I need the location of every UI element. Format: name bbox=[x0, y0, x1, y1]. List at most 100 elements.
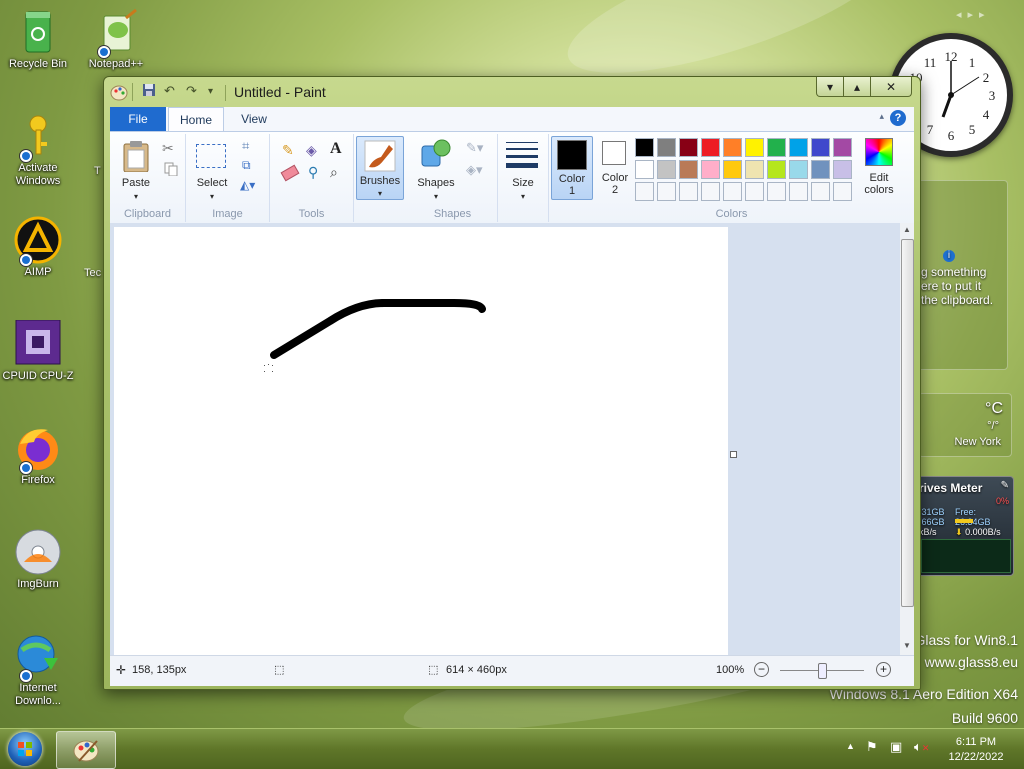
chevron-down-icon[interactable]: ▾ bbox=[410, 190, 462, 203]
palette-swatch[interactable] bbox=[657, 160, 676, 179]
chevron-down-icon[interactable]: ▾ bbox=[498, 190, 548, 203]
zoom-out-button[interactable]: − bbox=[754, 662, 769, 677]
select-button[interactable]: Select bbox=[190, 177, 234, 190]
palette-swatch[interactable] bbox=[745, 138, 764, 157]
desktop-icon-internet-download-manager[interactable]: Internet Downlo... bbox=[0, 632, 76, 708]
fill-icon[interactable]: ◈▾ bbox=[466, 162, 483, 178]
pencil-icon[interactable]: ✎ bbox=[282, 142, 294, 159]
desktop-icon-aimp[interactable]: AIMP bbox=[0, 216, 76, 279]
palette-swatch[interactable] bbox=[635, 160, 654, 179]
paste-icon[interactable] bbox=[122, 140, 150, 175]
title-bar[interactable]: ↶ ↷ ▾ Untitled - Paint ▾ ▴ ✕ bbox=[104, 77, 920, 107]
color-picker-icon[interactable]: ⚲ bbox=[308, 164, 318, 181]
outline-icon[interactable]: ✎▾ bbox=[466, 140, 483, 156]
scroll-up-arrow-icon[interactable]: ▲ bbox=[903, 225, 911, 234]
close-button[interactable]: ✕ bbox=[870, 77, 912, 97]
chevron-down-icon[interactable]: ▾ bbox=[114, 190, 158, 203]
gadget-nav-icons[interactable]: ◂▸▸ bbox=[956, 8, 991, 21]
custom-color-slot[interactable] bbox=[767, 182, 786, 201]
zoom-slider-thumb[interactable] bbox=[818, 663, 827, 679]
palette-swatch[interactable] bbox=[701, 138, 720, 157]
vertical-scrollbar[interactable]: ▲ ▼ bbox=[900, 223, 914, 655]
resize-icon[interactable]: ⧉ bbox=[242, 158, 251, 173]
paint-app-icon[interactable] bbox=[110, 83, 128, 104]
taskbar-paint-button[interactable] bbox=[56, 731, 116, 769]
desktop-icon-imgburn[interactable]: ImgBurn bbox=[0, 528, 76, 591]
shapes-button[interactable]: Shapes bbox=[410, 177, 462, 190]
undo-icon[interactable]: ↶ bbox=[164, 83, 175, 99]
customize-toolbar-icon[interactable]: ▾ bbox=[208, 86, 213, 97]
maximize-button[interactable]: ▴ bbox=[843, 77, 871, 97]
text-tool-icon[interactable]: A bbox=[330, 140, 342, 158]
scroll-down-arrow-icon[interactable]: ▼ bbox=[903, 641, 911, 650]
custom-color-slot[interactable] bbox=[679, 182, 698, 201]
palette-swatch[interactable] bbox=[701, 160, 720, 179]
tab-home[interactable]: Home bbox=[168, 107, 224, 131]
group-size[interactable]: Size ▾ bbox=[498, 134, 548, 222]
start-button[interactable] bbox=[8, 732, 42, 766]
collapse-ribbon-icon[interactable]: ▴ bbox=[879, 111, 884, 122]
palette-swatch[interactable] bbox=[767, 138, 786, 157]
fill-bucket-icon[interactable]: ◈ bbox=[306, 142, 317, 159]
desktop-icon-cpuz[interactable]: CPUID CPU-Z bbox=[0, 319, 76, 383]
desktop-icon-recycle-bin[interactable]: Recycle Bin bbox=[0, 8, 76, 71]
custom-color-slot[interactable] bbox=[789, 182, 808, 201]
palette-swatch[interactable] bbox=[767, 160, 786, 179]
palette-swatch[interactable] bbox=[833, 138, 852, 157]
palette-swatch[interactable] bbox=[789, 138, 808, 157]
palette-swatch[interactable] bbox=[679, 160, 698, 179]
custom-color-slot[interactable] bbox=[811, 182, 830, 201]
desktop-icon-activate-windows[interactable]: Activate Windows bbox=[0, 112, 76, 188]
crop-icon[interactable]: ⌗ bbox=[242, 138, 249, 154]
chevron-down-icon[interactable]: ▾ bbox=[190, 190, 234, 203]
palette-swatch[interactable] bbox=[745, 160, 764, 179]
minimize-button[interactable]: ▾ bbox=[816, 77, 844, 97]
desktop-icon-notepadpp[interactable]: Notepad++ bbox=[78, 8, 154, 71]
gear-icon[interactable]: ✎ bbox=[1001, 480, 1009, 491]
rotate-icon[interactable]: ◭▾ bbox=[240, 178, 255, 192]
edit-colors-button[interactable]: Edit colors bbox=[855, 136, 903, 198]
custom-color-slot[interactable] bbox=[745, 182, 764, 201]
custom-color-slot[interactable] bbox=[701, 182, 720, 201]
shapes-icon[interactable] bbox=[420, 138, 452, 173]
canvas-resize-handle[interactable] bbox=[730, 451, 737, 458]
palette-swatch[interactable] bbox=[679, 138, 698, 157]
palette-swatch[interactable] bbox=[833, 160, 852, 179]
desktop-icon-firefox[interactable]: Firefox bbox=[0, 424, 76, 487]
show-hidden-icons[interactable]: ▲ bbox=[846, 741, 855, 751]
custom-color-slot[interactable] bbox=[657, 182, 676, 201]
cut-icon[interactable]: ✂ bbox=[162, 140, 174, 157]
magnifier-icon[interactable]: ⌕ bbox=[330, 164, 338, 181]
eraser-icon[interactable] bbox=[280, 164, 300, 182]
brushes-button[interactable]: Brushes ▾ bbox=[356, 136, 404, 200]
copy-icon[interactable] bbox=[164, 162, 178, 179]
custom-color-slot[interactable] bbox=[723, 182, 742, 201]
color2-button[interactable]: Color 2 bbox=[595, 136, 635, 198]
custom-color-slot[interactable] bbox=[635, 182, 654, 201]
save-icon[interactable] bbox=[142, 83, 156, 100]
size-button[interactable]: Size bbox=[498, 177, 548, 190]
palette-swatch[interactable] bbox=[635, 138, 654, 157]
tab-file[interactable]: File bbox=[110, 107, 166, 131]
palette-swatch[interactable] bbox=[811, 138, 830, 157]
palette-swatch[interactable] bbox=[723, 138, 742, 157]
redo-icon[interactable]: ↷ bbox=[186, 83, 197, 99]
network-icon[interactable]: ▣ bbox=[890, 739, 902, 755]
tab-view[interactable]: View bbox=[230, 107, 278, 131]
help-icon[interactable]: ? bbox=[890, 110, 906, 126]
flag-icon[interactable]: ⚑ bbox=[866, 739, 878, 755]
color1-button[interactable]: Color 1 bbox=[551, 136, 593, 200]
select-rectangle-icon[interactable] bbox=[196, 144, 226, 168]
paint-window[interactable]: ↶ ↷ ▾ Untitled - Paint ▾ ▴ ✕ File Home V… bbox=[103, 76, 921, 690]
palette-swatch[interactable] bbox=[811, 160, 830, 179]
custom-color-slot[interactable] bbox=[833, 182, 852, 201]
scrollbar-thumb[interactable] bbox=[901, 239, 914, 607]
palette-swatch[interactable] bbox=[657, 138, 676, 157]
zoom-in-button[interactable]: + bbox=[876, 662, 891, 677]
drawing-canvas[interactable] bbox=[114, 227, 728, 655]
volume-muted-icon[interactable]: 🔈︎✕ bbox=[914, 739, 929, 755]
paste-button[interactable]: Paste bbox=[114, 177, 158, 190]
palette-swatch[interactable] bbox=[789, 160, 808, 179]
system-clock[interactable]: 6:11 PM 12/22/2022 bbox=[940, 735, 1012, 765]
palette-swatch[interactable] bbox=[723, 160, 742, 179]
